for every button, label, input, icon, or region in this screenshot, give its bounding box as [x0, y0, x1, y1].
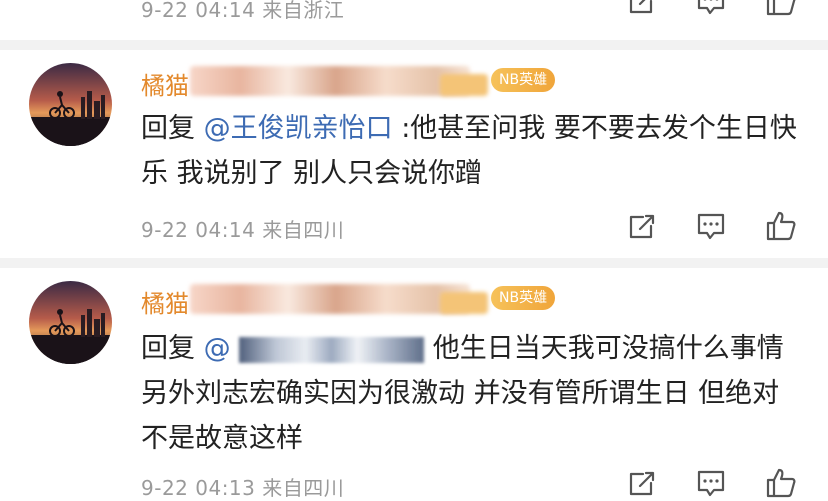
comment-timestamp-location: 9-22 04:14 来自浙江 [141, 0, 345, 22]
user-badge: NB英雄 [491, 286, 556, 310]
mention-link[interactable]: @王俊凯亲怡口 [204, 113, 393, 144]
reply-prefix: 回复 [141, 333, 195, 364]
user-badge: NB英雄 [491, 68, 556, 92]
comment-timestamp-location: 9-22 04:14 来自四川 [141, 218, 345, 242]
like-icon [766, 0, 796, 16]
comment-button[interactable] [694, 0, 728, 18]
share-button[interactable] [625, 0, 659, 18]
comment-author[interactable]: 橘猫 [141, 66, 189, 101]
share-icon [629, 214, 655, 239]
like-button[interactable] [764, 466, 798, 500]
avatar-image [29, 281, 112, 364]
share-button[interactable] [625, 466, 659, 500]
reply-prefix: 回复 [141, 113, 195, 144]
redacted-username [190, 284, 470, 314]
comment-body: 回复 @王俊凯亲怡口 :他甚至问我 要不要去发个生日快乐 我说别了 别人只会说你… [141, 106, 806, 196]
redacted-username-2 [440, 74, 488, 96]
comment-icon [697, 0, 725, 15]
avatar[interactable] [29, 281, 112, 364]
comment-button[interactable] [694, 466, 728, 500]
mention-link[interactable]: @ [204, 333, 231, 364]
like-button[interactable] [764, 0, 798, 18]
comment-body: 回复 @ 他生日当天我可没搞什么事情 另外刘志宏确实因为很激动 并没有管所谓生日… [141, 326, 806, 461]
redacted-username [190, 66, 470, 96]
like-icon [766, 211, 796, 241]
comment-timestamp-location: 9-22 04:13 来自四川 [141, 476, 345, 500]
avatar-image [29, 63, 112, 146]
redacted-username-2 [440, 292, 488, 314]
like-icon [766, 468, 796, 498]
section-divider [0, 258, 828, 268]
comment-author[interactable]: 橘猫 [141, 284, 189, 319]
comment-icon [697, 213, 725, 240]
comment-icon [697, 470, 725, 497]
section-divider [0, 40, 828, 50]
comment-button[interactable] [694, 209, 728, 243]
share-icon [629, 0, 653, 14]
share-icon [629, 471, 655, 496]
comment-text: 他生日当天我可没搞什么事情 另外刘志宏确实因为很激动 并没有管所谓生日 但绝对不… [141, 333, 784, 454]
avatar[interactable] [29, 63, 112, 146]
like-button[interactable] [764, 209, 798, 243]
redacted-mention [239, 336, 425, 363]
share-button[interactable] [625, 209, 659, 243]
